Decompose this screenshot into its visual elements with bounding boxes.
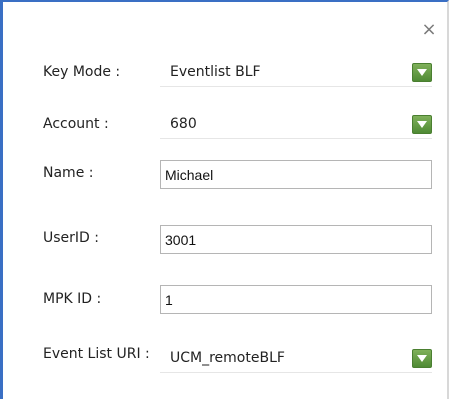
name-input[interactable] (160, 160, 432, 189)
event-list-uri-value: UCM_remoteBLF (170, 350, 285, 366)
name-label: Name : (43, 165, 94, 181)
account-label: Account : (43, 116, 109, 132)
key-mode-label: Key Mode : (43, 64, 121, 80)
event-list-uri-label: Event List URI : (43, 346, 150, 362)
chevron-down-icon[interactable] (412, 115, 432, 134)
account-value: 680 (170, 116, 197, 132)
key-mode-select[interactable]: Eventlist BLF (160, 59, 432, 87)
key-settings-dialog: × Key Mode : Eventlist BLF Account : 680… (0, 0, 449, 399)
chevron-down-icon[interactable] (412, 63, 432, 82)
account-select[interactable]: 680 (160, 111, 432, 139)
mpk-id-label: MPK ID : (43, 291, 102, 307)
event-list-uri-select[interactable]: UCM_remoteBLF (160, 345, 432, 373)
userid-input[interactable] (160, 225, 432, 254)
mpk-id-input[interactable] (160, 285, 432, 314)
key-mode-value: Eventlist BLF (170, 64, 261, 80)
close-icon[interactable]: × (419, 20, 439, 40)
chevron-down-icon[interactable] (412, 349, 432, 368)
userid-label: UserID : (43, 230, 99, 246)
